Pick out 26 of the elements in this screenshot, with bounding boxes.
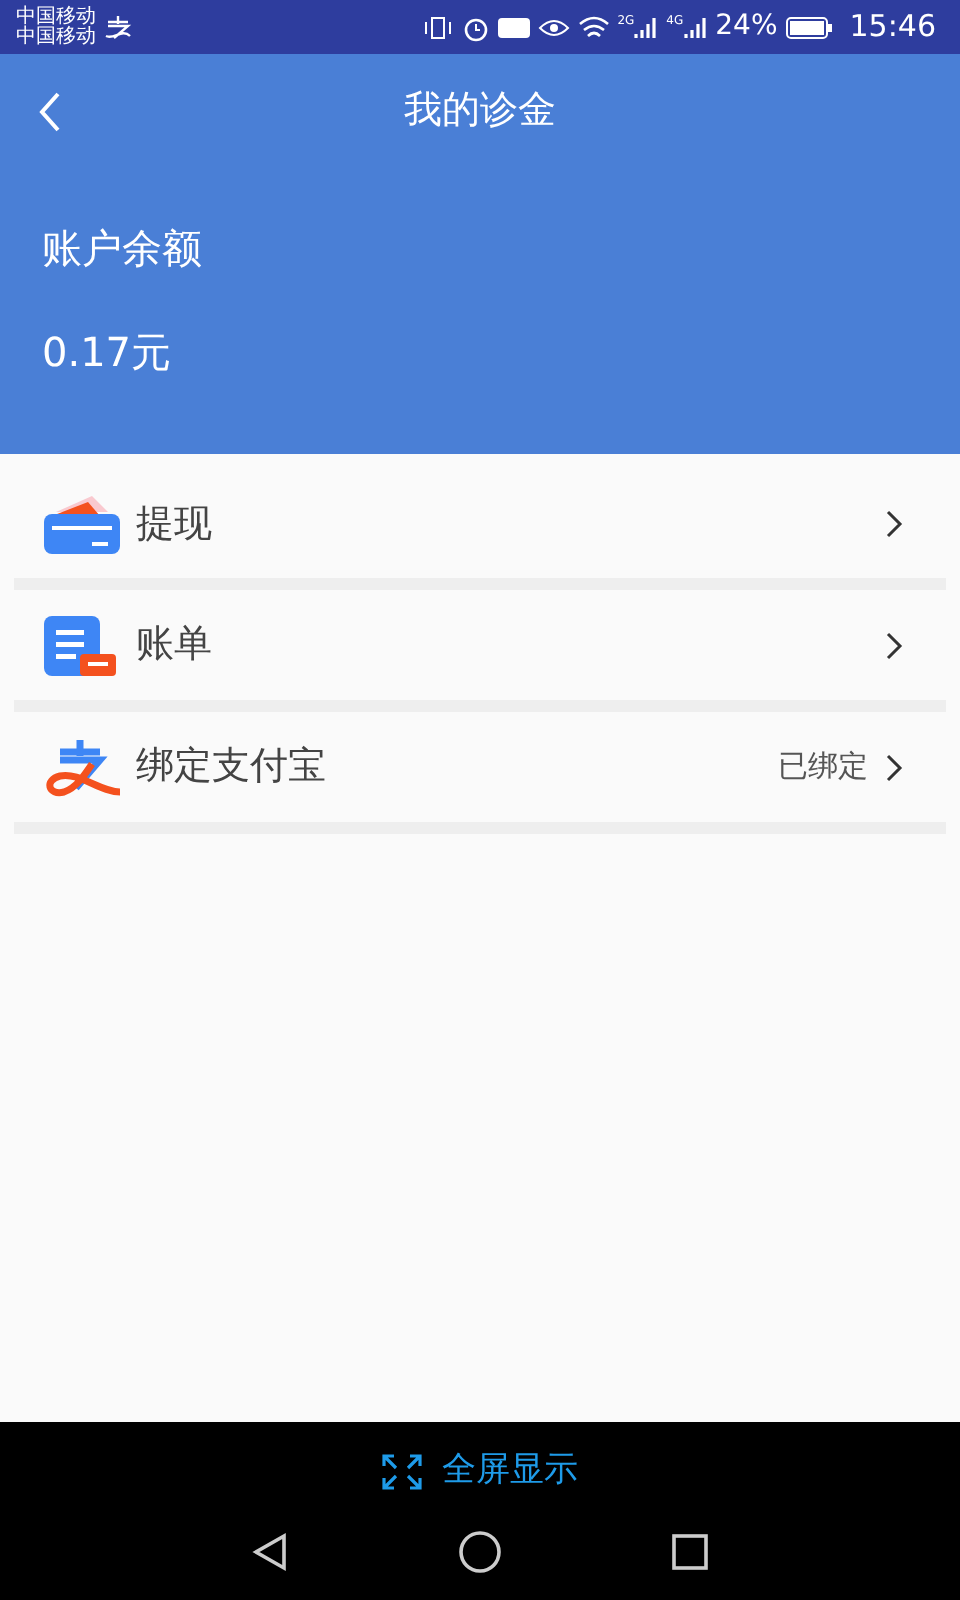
clock-time: 15:46 [849, 6, 936, 49]
vibrate-icon [421, 15, 454, 39]
battery-percent: 24% [715, 8, 778, 46]
alipay-icon [40, 735, 124, 799]
eye-icon [537, 15, 570, 39]
carrier-name: 中国移动 [16, 27, 96, 47]
chevron-icon [884, 629, 904, 661]
carrier-name: 中国移动 [16, 7, 96, 27]
recents-nav-icon[interactable] [670, 1531, 710, 1571]
balance-amount: 0.17元 [42, 326, 172, 380]
bound-status: 已绑定 [778, 746, 868, 789]
wallet-icon [40, 492, 124, 556]
signal-icon [683, 15, 708, 39]
fullscreen-button[interactable]: 全屏显示 [382, 1446, 578, 1497]
wifi-icon [577, 15, 610, 39]
balance-label: 账户余额 [42, 222, 202, 276]
signal-icon [634, 15, 659, 39]
back-nav-icon[interactable] [250, 1531, 290, 1571]
alipay-status-icon [104, 15, 132, 39]
alarm-icon [461, 13, 490, 41]
battery-icon [785, 15, 834, 39]
home-nav-icon[interactable] [458, 1529, 502, 1573]
page-title: 我的诊金 [404, 85, 556, 136]
expand-icon [382, 1453, 422, 1490]
chevron-icon [884, 508, 904, 540]
chevron-icon [884, 751, 904, 783]
